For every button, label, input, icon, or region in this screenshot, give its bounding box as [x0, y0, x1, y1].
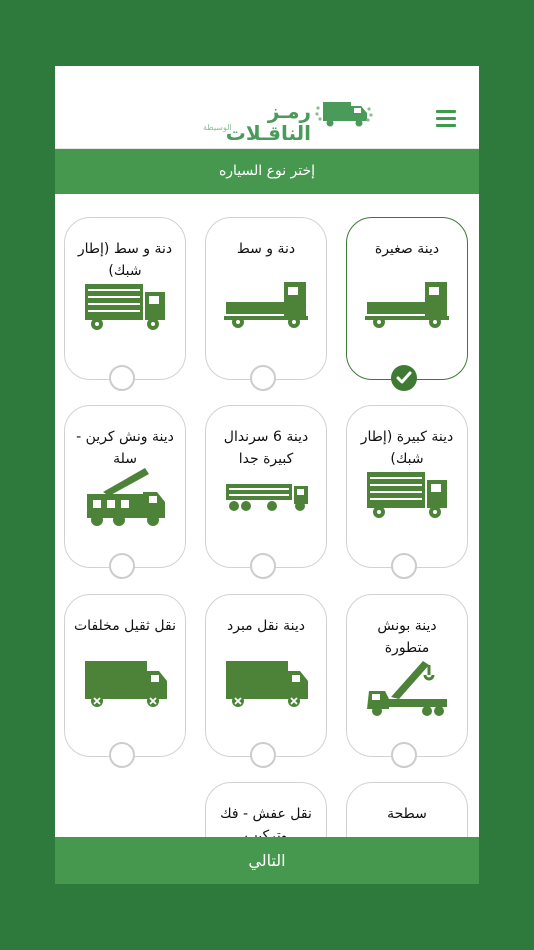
vehicle-label: دينة صغيرة — [374, 241, 440, 257]
radio-button[interactable] — [250, 365, 276, 391]
radio-button[interactable] — [250, 553, 276, 579]
medium-cage-truck-icon — [83, 280, 169, 344]
vehicle-card[interactable]: دينة 6 سرندال كبيرة جدا — [205, 405, 327, 579]
extra-large-trailer-icon — [224, 468, 310, 532]
vehicle-label: دنة و سط (إطار شبك) — [77, 241, 173, 279]
logo-name: رمـز الناقـلات — [225, 99, 311, 145]
vehicle-card[interactable]: نقل ثقيل مخلفات — [64, 594, 186, 768]
large-cage-truck-icon — [365, 468, 451, 532]
heavy-waste-truck-icon — [83, 657, 169, 721]
logo-subtitle: الوسيطة — [203, 123, 232, 132]
crane-truck-icon — [83, 468, 169, 532]
radio-button[interactable] — [109, 365, 135, 391]
vehicle-label: دينة ونش كرين - سلة — [76, 429, 174, 467]
radio-button[interactable] — [391, 553, 417, 579]
radio-button[interactable] — [109, 553, 135, 579]
app-logo: رمـز الناقـلات الوسيطة — [203, 96, 373, 144]
vehicle-card[interactable]: دنة و سط (إطار شبك) — [64, 217, 186, 391]
vehicle-label: دينة 6 سرندال كبيرة جدا — [223, 429, 309, 467]
logo-truck-icon — [315, 102, 373, 127]
next-button[interactable]: التالي — [55, 837, 479, 884]
hamburger-menu-icon[interactable] — [436, 110, 456, 128]
vehicle-label: دنة و سط — [236, 241, 296, 257]
page-title: إختر نوع السياره — [55, 149, 479, 194]
vehicle-card[interactable]: دينة صغيرة — [346, 217, 468, 391]
vehicle-card[interactable]: دينة ونش كرين - سلة — [64, 405, 186, 579]
vehicle-card[interactable]: دينة بونش متطورة — [346, 594, 468, 768]
radio-button[interactable] — [391, 742, 417, 768]
vehicle-label: دينة كبيرة (إطار شبك) — [360, 429, 454, 467]
radio-button[interactable] — [109, 742, 135, 768]
vehicle-label: سطحة — [387, 806, 427, 822]
vehicle-card[interactable]: دنة و سط — [205, 217, 327, 391]
vehicle-card[interactable]: دينة كبيرة (إطار شبك) — [346, 405, 468, 579]
vehicle-label: دينة بونش متطورة — [377, 618, 437, 656]
vehicle-label: نقل ثقيل مخلفات — [74, 618, 176, 634]
phone-screen: رمـز الناقـلات الوسيطة إختر نوع السياره … — [55, 66, 479, 884]
radio-checked-icon[interactable] — [391, 365, 417, 391]
vehicle-label: دينة نقل مبرد — [226, 618, 306, 634]
app-header: رمـز الناقـلات الوسيطة — [55, 66, 479, 149]
tow-truck-icon — [365, 657, 451, 721]
vehicle-card[interactable]: دينة نقل مبرد — [205, 594, 327, 768]
medium-flatbed-truck-icon — [224, 280, 310, 344]
small-flatbed-truck-icon — [365, 280, 451, 344]
refrigerated-truck-icon — [224, 657, 310, 721]
radio-button[interactable] — [250, 742, 276, 768]
